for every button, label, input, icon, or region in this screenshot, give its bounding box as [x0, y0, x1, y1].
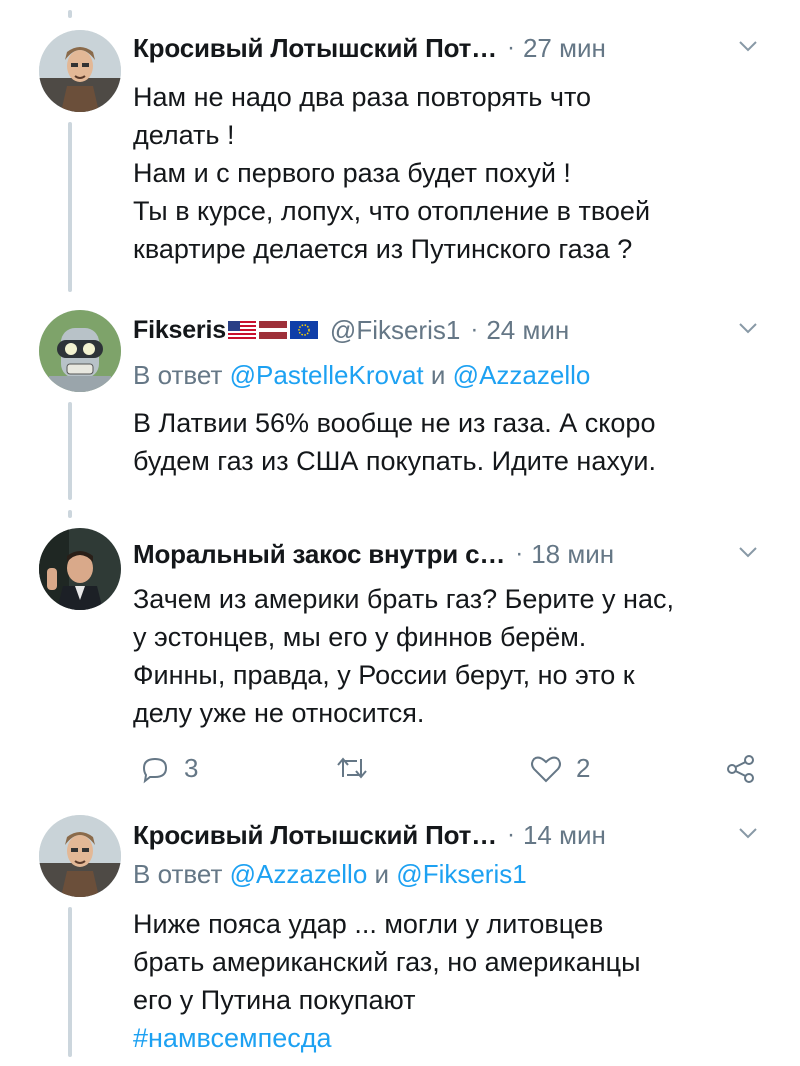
- text-line: квартире делается из Путинского газа ?: [133, 234, 633, 264]
- avatar[interactable]: [39, 30, 121, 112]
- chevron-down-icon[interactable]: [736, 821, 760, 845]
- reply-icon: [142, 757, 168, 783]
- text-line: Нам и с первого раза будет похуй !: [133, 158, 571, 188]
- text-line: Зачем из америки брать газ? Берите у нас…: [133, 584, 674, 614]
- timestamp[interactable]: 27 мин: [523, 33, 606, 64]
- tweet-1[interactable]: Кросивый Лотышский Пот… · 27 мин Нам не …: [0, 0, 800, 300]
- text-line: В Латвии 56% вообще не из газа. А скоро: [133, 408, 656, 438]
- separator: ·: [506, 821, 515, 848]
- display-name[interactable]: Кросивый Лотышский Пот…: [133, 820, 497, 851]
- tweet-header: Моральный закос внутри с… · 18 мин: [133, 536, 760, 572]
- avatar[interactable]: [39, 310, 121, 392]
- hashtag-link[interactable]: #намвсемпесда: [133, 1019, 770, 1057]
- thread-line: [68, 402, 72, 500]
- like-button[interactable]: 2: [530, 753, 590, 784]
- handle[interactable]: @Fikseris1: [330, 315, 460, 346]
- text-line: Финны, правда, у России берут, но это к: [133, 660, 635, 690]
- timestamp[interactable]: 18 мин: [531, 539, 614, 570]
- text-line: делу уже не относится.: [133, 698, 425, 728]
- timestamp[interactable]: 24 мин: [486, 315, 569, 346]
- separator: ·: [515, 540, 524, 567]
- reply-prefix: В ответ: [133, 360, 223, 390]
- thread-line: [68, 122, 72, 292]
- display-name[interactable]: Fikseris: [133, 316, 226, 345]
- like-icon: [531, 756, 561, 782]
- tweet-text: Нам не надо два раза повторять что делат…: [133, 78, 770, 268]
- chevron-down-icon[interactable]: [736, 540, 760, 564]
- share-icon: [727, 755, 754, 783]
- mention-link[interactable]: @Fikseris1: [396, 859, 526, 889]
- retweet-button[interactable]: [335, 753, 383, 783]
- retweet-icon: [337, 757, 367, 779]
- text-line: брать американский газ, но американцы: [133, 947, 641, 977]
- reply-count: 3: [184, 753, 199, 783]
- flag-emojis: [227, 321, 318, 339]
- reply-joiner: и: [374, 859, 390, 889]
- reply-prefix: В ответ: [133, 859, 223, 889]
- display-name[interactable]: Кросивый Лотышский Пот…: [133, 33, 497, 64]
- thread-line-top: [68, 10, 72, 18]
- tweet-actions: 3 2: [140, 753, 770, 793]
- avatar[interactable]: [39, 528, 121, 610]
- tweet-header: Кросивый Лотышский Пот… · 14 мин: [133, 817, 760, 853]
- latvia-flag-icon: [258, 321, 287, 339]
- mention-link[interactable]: @Azzazello: [230, 859, 368, 889]
- separator: ·: [506, 34, 515, 61]
- reply-context: В ответ @Azzazello и @Fikseris1: [133, 859, 527, 890]
- like-count: 2: [576, 753, 591, 783]
- display-name[interactable]: Моральный закос внутри с…: [133, 539, 505, 570]
- tweet-text: Ниже пояса удар ... могли у литовцев бра…: [133, 905, 770, 1057]
- tweet-text: Зачем из америки брать газ? Берите у нас…: [133, 580, 770, 732]
- tweet-3[interactable]: Моральный закос внутри с… · 18 мин Зачем…: [0, 510, 800, 805]
- thread-line-top: [68, 510, 72, 518]
- text-line: Ниже пояса удар ... могли у литовцев: [133, 909, 604, 939]
- tweet-4[interactable]: Кросивый Лотышский Пот… · 14 мин В ответ…: [0, 805, 800, 1066]
- text-line: будем газ из США покупать. Идите нахуи.: [133, 446, 656, 476]
- text-line: его у Путина покупают: [133, 985, 416, 1015]
- us-flag-icon: [227, 321, 256, 339]
- avatar[interactable]: [39, 815, 121, 897]
- text-line: у эстонцев, мы его у финнов берём.: [133, 622, 587, 652]
- mention-link[interactable]: @PastelleKrovat: [230, 360, 424, 390]
- tweet-header: Fikseris @Fikseris1 · 24 мин: [133, 312, 760, 348]
- tweet-header: Кросивый Лотышский Пот… · 27 мин: [133, 30, 760, 66]
- thread-line: [68, 907, 72, 1057]
- text-line: Ты в курсе, лопух, что отопление в твоей: [133, 196, 651, 226]
- mention-link[interactable]: @Azzazello: [453, 360, 591, 390]
- chevron-down-icon[interactable]: [736, 34, 760, 58]
- text-line: Нам не надо два раза повторять что: [133, 82, 592, 112]
- eu-flag-icon: [289, 321, 318, 339]
- tweet-2[interactable]: Fikseris @Fikseris1 · 24 мин В ответ @Pa…: [0, 300, 800, 510]
- chevron-down-icon[interactable]: [736, 316, 760, 340]
- reply-button[interactable]: 3: [140, 753, 198, 784]
- reply-joiner: и: [430, 360, 446, 390]
- timestamp[interactable]: 14 мин: [523, 820, 606, 851]
- reply-context: В ответ @PastelleKrovat и @Azzazello: [133, 360, 590, 391]
- tweet-text: В Латвии 56% вообще не из газа. А скоро …: [133, 404, 770, 480]
- share-button[interactable]: [725, 753, 757, 785]
- text-line: делать !: [133, 120, 235, 150]
- separator: ·: [470, 316, 479, 343]
